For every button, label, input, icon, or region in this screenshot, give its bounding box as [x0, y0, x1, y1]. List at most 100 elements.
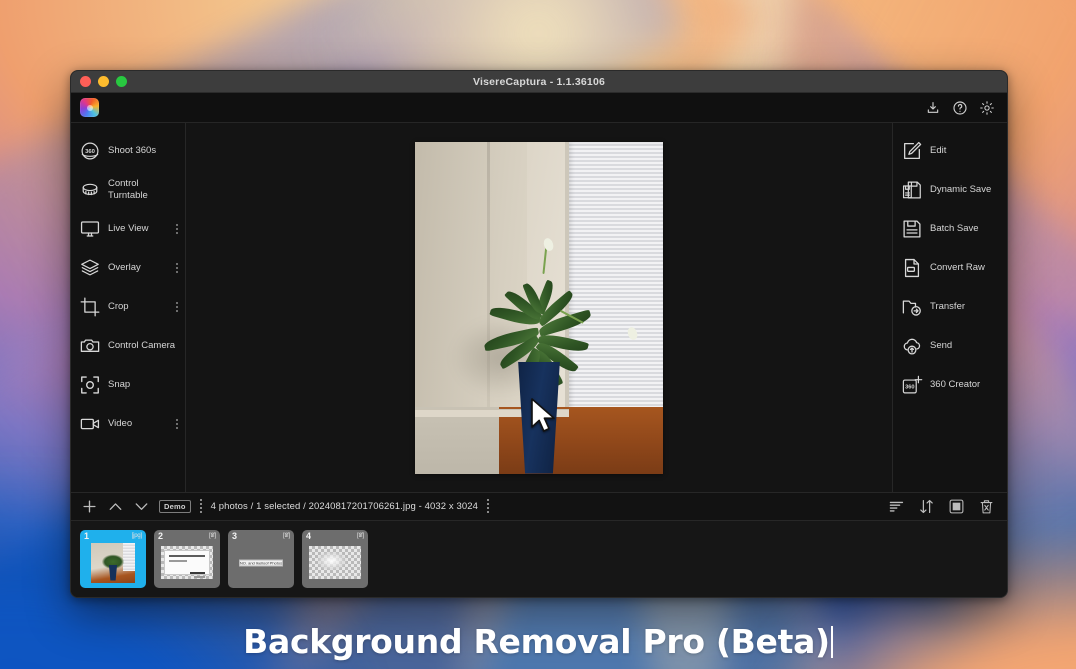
- sidebar-item-label: Live View: [108, 222, 149, 234]
- floppy-disk-icon: [901, 218, 923, 240]
- thumbnail-number: 4: [306, 531, 312, 541]
- thumbnail-image: [161, 546, 213, 579]
- sidebar-item-menu-icon[interactable]: [173, 262, 181, 273]
- thumbnail-document: [164, 550, 210, 578]
- sidebar-item-control-turntable[interactable]: Control Turntable: [71, 170, 185, 209]
- sidebar-item-overlay[interactable]: Overlay: [71, 248, 185, 287]
- status-info-text: 4 photos / 1 selected / 2024081720170626…: [210, 501, 479, 512]
- layers-icon: [79, 257, 101, 279]
- sidebar-item-label: Video: [108, 417, 133, 429]
- sidebar-item-label: Convert Raw: [930, 261, 985, 273]
- cloud-upload-icon: [901, 335, 923, 357]
- sidebar-item-label: Control Turntable: [108, 178, 148, 201]
- thumbnail-signature-strip: NO. and Ikelloof Photos: [239, 559, 283, 566]
- sidebar-item-360-creator[interactable]: 360 360 Creator: [893, 365, 1007, 404]
- photo-window-blinds: [568, 141, 663, 421]
- thumbnail-number: 3: [232, 531, 238, 541]
- demo-badge: Demo: [159, 500, 191, 513]
- thumbnail-extension: [tif]: [208, 533, 216, 539]
- sidebar-item-transfer[interactable]: Transfer: [893, 287, 1007, 326]
- settings-gear-icon[interactable]: [979, 100, 995, 116]
- thumbnail-image: NO. and Ikelloof Photos: [235, 546, 287, 579]
- sidebar-item-live-view[interactable]: Live View: [71, 209, 185, 248]
- edit-pencil-icon: [901, 140, 923, 162]
- sidebar-item-shoot-360s[interactable]: 360 Shoot 360s: [71, 131, 185, 170]
- sidebar-item-dynamic-save[interactable]: Dynamic Save: [893, 170, 1007, 209]
- camera-icon: [79, 335, 101, 357]
- close-window-button[interactable]: [80, 76, 91, 87]
- snap-focus-icon: [79, 374, 101, 396]
- crop-icon: [79, 296, 101, 318]
- shoot-360s-icon: 360: [79, 140, 101, 162]
- sidebar-item-snap[interactable]: Snap: [71, 365, 185, 404]
- preview-canvas[interactable]: [186, 123, 892, 492]
- thumbnail-extension: [tif]: [356, 533, 364, 539]
- sidebar-item-convert-raw[interactable]: Convert Raw: [893, 248, 1007, 287]
- thumbnail-3[interactable]: 3 [tif] NO. and Ikelloof Photos: [228, 530, 294, 588]
- sidebar-item-edit[interactable]: Edit: [893, 131, 1007, 170]
- thumbnail-image: [309, 546, 361, 579]
- sidebar-item-label: Overlay: [108, 261, 141, 273]
- caption-overlay: Background Removal Pro (Beta): [0, 622, 1076, 661]
- toolbar-actions: [925, 100, 995, 116]
- preview-photo: [415, 141, 663, 474]
- sidebar-item-label: Send: [930, 339, 953, 351]
- view-mode-icon[interactable]: [948, 498, 965, 515]
- sidebar-item-label: Crop: [108, 300, 129, 312]
- thumbnail-1[interactable]: 1 [jpg]: [80, 530, 146, 588]
- status-bar: Demo 4 photos / 1 selected / 20240817201…: [71, 492, 1007, 521]
- window-titlebar: VisereCaptura - 1.1.36106: [71, 71, 1007, 93]
- status-divider: [487, 499, 490, 514]
- add-icon[interactable]: [81, 498, 98, 515]
- download-icon[interactable]: [925, 100, 941, 116]
- sidebar-item-video[interactable]: Video: [71, 404, 185, 443]
- svg-text:360: 360: [85, 148, 96, 154]
- sidebar-item-crop[interactable]: Crop: [71, 287, 185, 326]
- chevron-up-icon[interactable]: [107, 498, 124, 515]
- thumbnail-number: 1: [84, 531, 90, 541]
- aperture-logo: [80, 98, 99, 117]
- minimize-window-button[interactable]: [98, 76, 109, 87]
- dynamic-save-icon: [901, 179, 923, 201]
- status-bar-actions: [888, 498, 995, 515]
- sidebar-item-label: Shoot 360s: [108, 144, 157, 156]
- help-icon[interactable]: [952, 100, 968, 116]
- convert-raw-icon: [901, 257, 923, 279]
- sidebar-item-menu-icon[interactable]: [173, 223, 181, 234]
- chevron-down-icon[interactable]: [133, 498, 150, 515]
- window-title: VisereCaptura - 1.1.36106: [472, 75, 606, 88]
- thumbnail-extension: [jpg]: [131, 533, 143, 539]
- thumbnail-image: [91, 542, 135, 583]
- sidebar-item-label: Transfer: [930, 300, 966, 312]
- status-divider: [199, 499, 202, 514]
- thumbnail-4[interactable]: 4 [tif]: [302, 530, 368, 588]
- sidebar-item-control-camera[interactable]: Control Camera: [71, 326, 185, 365]
- sidebar-item-label: Edit: [930, 144, 947, 156]
- caption-text: Background Removal Pro (Beta): [243, 622, 830, 661]
- svg-text:360: 360: [905, 384, 914, 390]
- sort-icon[interactable]: [918, 498, 935, 515]
- sidebar-item-label: Control Camera: [108, 339, 176, 351]
- thumbnail-plant-photo: [91, 542, 135, 583]
- thumbnail-transparent-object: [318, 551, 352, 574]
- sidebar-item-batch-save[interactable]: Batch Save: [893, 209, 1007, 248]
- photo-baseboard-left: [415, 407, 500, 474]
- thumbnail-extension: [tif]: [282, 533, 290, 539]
- app-body: 360 Shoot 360s Control Turntable Live Vi…: [71, 123, 1007, 492]
- delete-trash-icon[interactable]: [978, 498, 995, 515]
- turntable-icon: [79, 179, 101, 201]
- sidebar-item-send[interactable]: Send: [893, 326, 1007, 365]
- traffic-light-buttons: [71, 76, 127, 87]
- app-toolbar: [71, 93, 1007, 123]
- video-camera-icon: [79, 413, 101, 435]
- sidebar-item-label: Batch Save: [930, 222, 979, 234]
- thumbnail-2[interactable]: 2 [tif]: [154, 530, 220, 588]
- monitor-icon: [79, 218, 101, 240]
- sidebar-item-label: Snap: [108, 378, 131, 390]
- filmstrip: 1 [jpg] 2 [tif] 3 [tif] NO. and Ikelloof…: [71, 521, 1007, 597]
- sidebar-item-menu-icon[interactable]: [173, 301, 181, 312]
- right-sidebar: Edit Dynamic Save Batch Save Convert Raw…: [892, 123, 1007, 492]
- maximize-window-button[interactable]: [116, 76, 127, 87]
- sidebar-item-menu-icon[interactable]: [173, 418, 181, 429]
- filter-icon[interactable]: [888, 498, 905, 515]
